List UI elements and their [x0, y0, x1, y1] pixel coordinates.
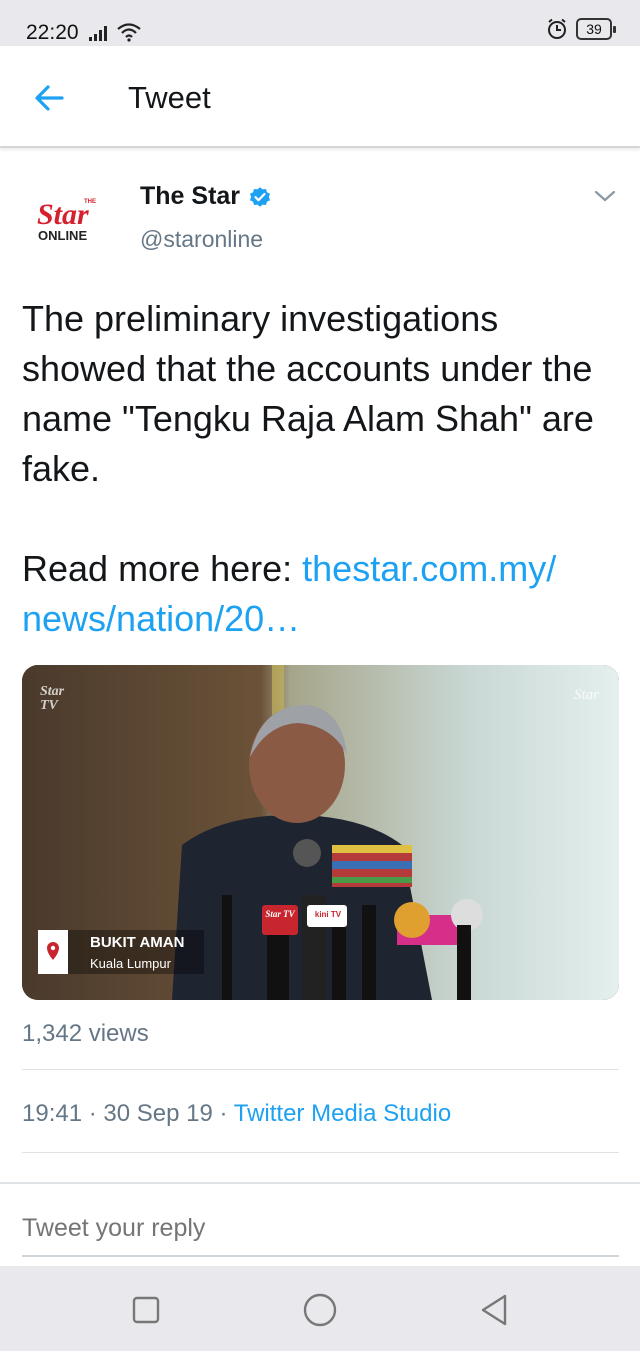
back-nav-button[interactable] [474, 1290, 514, 1330]
verified-badge-icon [250, 186, 271, 207]
wifi-icon [117, 23, 142, 42]
author-name[interactable]: The Star [140, 182, 272, 211]
location-title: BUKIT AMAN [90, 934, 185, 951]
mic-label-kinitv: kini TV [314, 910, 342, 919]
status-icons-left [88, 22, 142, 47]
the-star-logo: THE Star ONLINE [24, 178, 114, 268]
circle-icon [303, 1293, 337, 1327]
tweet-date: 30 Sep 19 [103, 1100, 213, 1127]
svg-text:Star: Star [37, 198, 89, 231]
video-watermark-right: Star [573, 687, 599, 703]
reply-bar-divider [0, 1182, 640, 1184]
tweet-media-video[interactable]: Star TV Star Star TV kini TV BUKIT AMAN … [22, 665, 619, 1000]
avatar[interactable]: THE Star ONLINE [24, 178, 114, 268]
status-icons-right: 39 [546, 18, 616, 40]
status-bar: 22:20 39 [0, 0, 640, 46]
reply-input-underline [22, 1255, 619, 1257]
author-name-text: The Star [140, 182, 241, 210]
divider [22, 1152, 619, 1153]
meta-separator: · [212, 1100, 234, 1127]
back-arrow-icon [35, 85, 64, 111]
chevron-down-icon [594, 190, 616, 202]
alarm-icon [548, 18, 566, 39]
tweet-time: 19:41 [22, 1100, 83, 1127]
battery-icon: 39 [576, 18, 616, 40]
reply-input[interactable] [22, 1207, 619, 1249]
tweet-source-link[interactable]: Twitter Media Studio [234, 1100, 451, 1127]
location-subtitle: Kuala Lumpur [90, 956, 171, 971]
view-count: 1,342 views [22, 1020, 149, 1047]
signal-icon [89, 26, 107, 41]
tweet-body: The preliminary investigations showed th… [22, 294, 622, 644]
recent-apps-button[interactable] [126, 1290, 166, 1330]
divider [22, 1069, 619, 1070]
home-button[interactable] [300, 1290, 340, 1330]
page-title: Tweet [128, 80, 211, 115]
tweet-text: The preliminary investigations showed th… [22, 298, 594, 489]
svg-text:ONLINE: ONLINE [38, 228, 87, 243]
app-header: Tweet [0, 46, 640, 148]
back-button[interactable] [30, 78, 70, 118]
read-more-prefix: Read more here: [22, 548, 303, 589]
author-handle[interactable]: @staronline [140, 226, 263, 253]
tweet-menu-button[interactable] [592, 186, 618, 206]
meta-separator: · [82, 1100, 104, 1127]
system-nav-bar [0, 1266, 640, 1351]
mic-label-startv: Star TV [265, 909, 295, 919]
status-time: 22:20 [26, 21, 79, 44]
read-more: Read more here: thestar.com.my/ news/nat… [22, 544, 622, 644]
tweet-meta: 19:41 · 30 Sep 19 · Twitter Media Studio [22, 1100, 451, 1128]
triangle-back-icon [481, 1294, 507, 1326]
square-icon [132, 1296, 160, 1324]
video-watermark: Star TV [40, 684, 65, 713]
